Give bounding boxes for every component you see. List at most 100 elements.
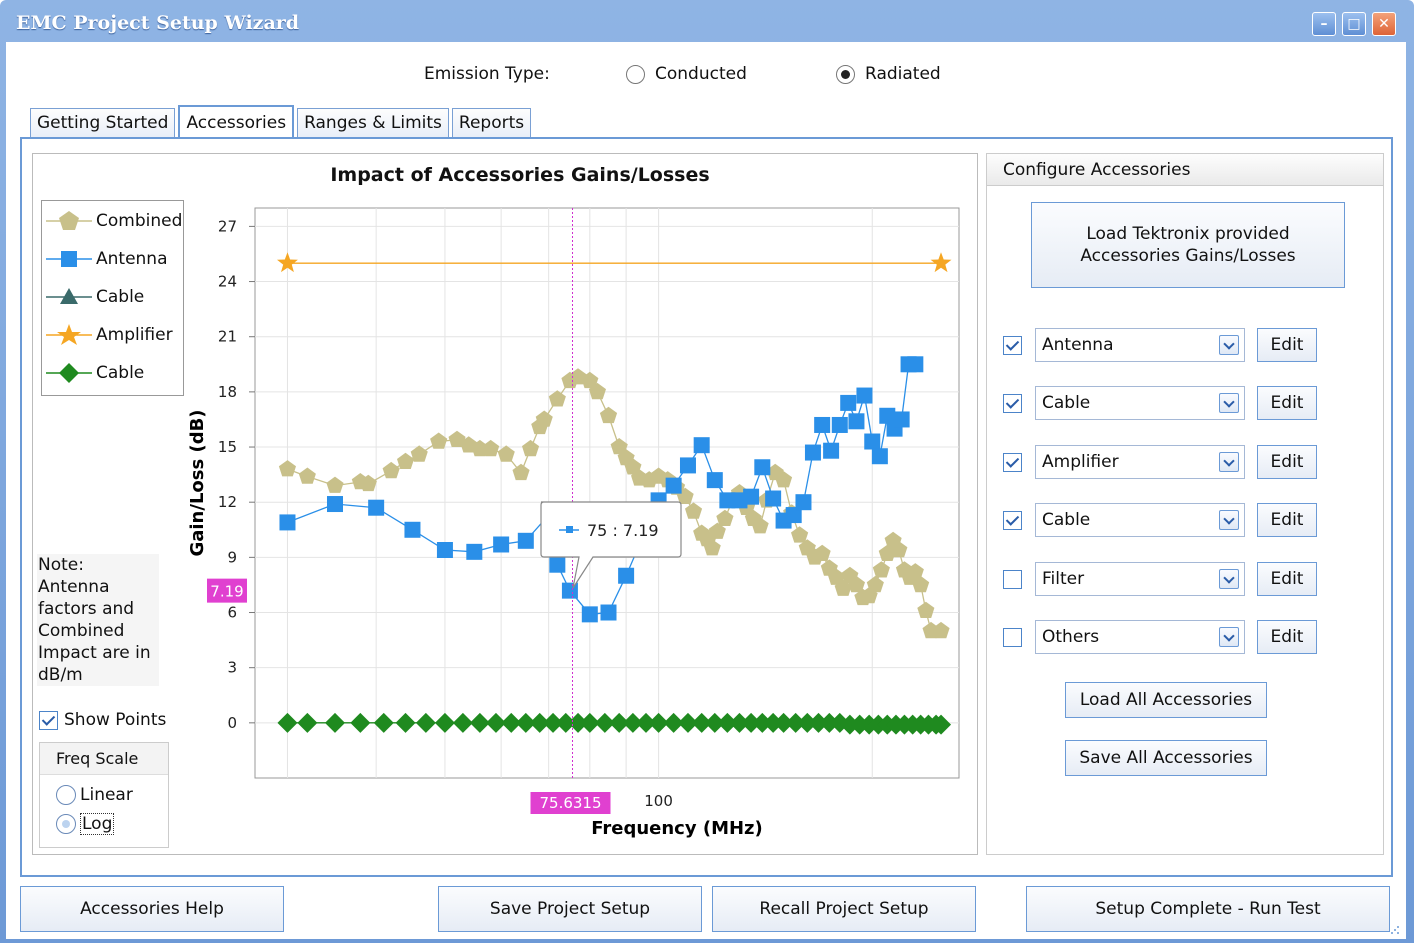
load-tek-line2: Accessories Gains/Losses	[1080, 246, 1296, 266]
radiated-radio[interactable]	[836, 64, 855, 84]
edit-button[interactable]: Edit	[1257, 562, 1317, 596]
resize-grip-icon[interactable]	[1390, 925, 1400, 935]
conducted-radio[interactable]	[626, 64, 645, 84]
tooltip-series-marker	[566, 526, 573, 533]
edit-button[interactable]: Edit	[1257, 503, 1317, 537]
chevron-down-icon[interactable]	[1219, 627, 1239, 647]
tab-ranges-limits[interactable]: Ranges & Limits	[297, 108, 449, 138]
maximize-button[interactable]: □	[1342, 12, 1366, 36]
edit-button[interactable]: Edit	[1257, 445, 1317, 479]
y-tick-label: 27	[218, 217, 237, 235]
antenna-point	[581, 606, 598, 623]
show-points-label: Show Points	[64, 710, 167, 730]
antenna-point	[754, 459, 771, 476]
freq-scale-group: Freq Scale Linear Log	[39, 742, 169, 848]
legend-label: Cable	[96, 287, 145, 307]
save-all-accessories-button[interactable]: Save All Accessories	[1065, 740, 1267, 776]
accessory-checkbox[interactable]	[1003, 336, 1022, 355]
antenna-point	[493, 536, 510, 553]
edit-button[interactable]: Edit	[1257, 328, 1317, 362]
linear-radio[interactable]	[56, 785, 76, 805]
freq-scale-log-option[interactable]: Log	[56, 813, 115, 835]
y-tick-label: 15	[218, 438, 237, 456]
accessory-checkbox[interactable]	[1003, 453, 1022, 472]
accessory-select[interactable]: Filter	[1035, 562, 1245, 596]
accessory-row-amplifier: Amplifier Edit	[1003, 445, 1383, 479]
accessory-select[interactable]: Others	[1035, 620, 1245, 654]
tab-reports[interactable]: Reports	[451, 108, 532, 138]
show-points-checkbox[interactable]	[39, 710, 58, 730]
accessory-select[interactable]: Amplifier	[1035, 445, 1245, 479]
antenna-point	[517, 532, 534, 549]
legend-item-amplifier: Amplifier	[46, 319, 173, 351]
antenna-point	[326, 496, 343, 513]
chevron-down-icon[interactable]	[1219, 452, 1239, 472]
emission-type-label: Emission Type:	[424, 64, 550, 84]
antenna-point	[693, 437, 710, 454]
load-tek-line1: Load Tektronix provided	[1086, 224, 1290, 244]
edit-button[interactable]: Edit	[1257, 386, 1317, 420]
log-label: Log	[80, 813, 115, 835]
antenna-point	[864, 433, 881, 450]
x-axis-label: Frequency (MHz)	[591, 818, 763, 839]
conducted-label: Conducted	[655, 64, 747, 84]
load-all-accessories-button[interactable]: Load All Accessories	[1065, 682, 1267, 718]
tooltip-text: 75 : 7.19	[587, 521, 659, 540]
accessory-checkbox[interactable]	[1003, 394, 1022, 413]
tab-getting-started[interactable]: Getting Started	[30, 108, 176, 138]
accessory-row-others: Others Edit	[1003, 620, 1383, 654]
accessory-checkbox[interactable]	[1003, 570, 1022, 589]
wizard-window: EMC Project Setup Wizard – □ ✕ Emission …	[0, 0, 1414, 943]
antenna-point	[404, 521, 421, 538]
antenna-point	[907, 356, 924, 373]
legend-item-cable-1: Cable	[46, 281, 144, 313]
log-radio[interactable]	[56, 814, 76, 834]
antenna-point	[804, 444, 821, 461]
antenna-point	[743, 488, 760, 505]
accessory-row-cable: Cable Edit	[1003, 386, 1383, 420]
run-test-button[interactable]: Setup Complete - Run Test	[1026, 886, 1390, 932]
tab-accessories[interactable]: Accessories	[178, 105, 295, 139]
antenna-point	[600, 604, 617, 621]
accessory-select[interactable]: Cable	[1035, 503, 1245, 537]
antenna-point	[549, 556, 566, 573]
accessory-checkbox[interactable]	[1003, 628, 1022, 647]
antenna-point	[765, 490, 782, 507]
close-button[interactable]: ✕	[1372, 12, 1396, 36]
accessory-checkbox[interactable]	[1003, 511, 1022, 530]
freq-scale-linear-option[interactable]: Linear	[56, 785, 133, 805]
show-points-option[interactable]: Show Points	[39, 710, 166, 730]
accessories-help-button[interactable]: Accessories Help	[20, 886, 284, 932]
tab-strip: Getting Started Accessories Ranges & Lim…	[30, 105, 534, 139]
emission-conducted-option[interactable]: Conducted	[626, 64, 747, 84]
x-tick-label: 100	[644, 792, 673, 810]
accessory-select[interactable]: Antenna	[1035, 328, 1245, 362]
chevron-down-icon[interactable]	[1219, 393, 1239, 413]
emission-radiated-option[interactable]: Radiated	[836, 64, 941, 84]
antenna-point	[893, 411, 910, 428]
title-bar[interactable]: EMC Project Setup Wizard – □ ✕	[0, 0, 1414, 42]
chevron-down-icon[interactable]	[1219, 569, 1239, 589]
chevron-down-icon[interactable]	[1219, 335, 1239, 355]
legend-label: Combined	[96, 211, 183, 231]
recall-project-setup-button[interactable]: Recall Project Setup	[712, 886, 976, 932]
antenna-point	[823, 442, 840, 459]
accessory-select[interactable]: Cable	[1035, 386, 1245, 420]
edit-button[interactable]: Edit	[1257, 620, 1317, 654]
save-project-setup-button[interactable]: Save Project Setup	[438, 886, 702, 932]
chevron-down-icon[interactable]	[1219, 510, 1239, 530]
window-title: EMC Project Setup Wizard	[16, 12, 300, 34]
client-area: Emission Type: Conducted Radiated Gettin…	[6, 42, 1406, 939]
antenna-point	[368, 499, 385, 516]
antenna-point	[436, 542, 453, 558]
pentagon-icon	[46, 211, 92, 230]
antenna-point	[795, 494, 812, 511]
chart-panel: 0 3 6 9 12 15 18 21 24 27 100 Frequency (MHz) Gain/L…	[32, 153, 978, 855]
diamond-icon	[46, 363, 92, 383]
load-tektronix-button[interactable]: Load Tektronix provided Accessories Gain…	[1031, 202, 1345, 288]
antenna-point	[856, 387, 873, 404]
y-tick-label: 24	[218, 273, 237, 291]
y-tick-label: 18	[218, 383, 237, 401]
antenna-point	[706, 472, 723, 489]
minimize-button[interactable]: –	[1312, 12, 1336, 36]
